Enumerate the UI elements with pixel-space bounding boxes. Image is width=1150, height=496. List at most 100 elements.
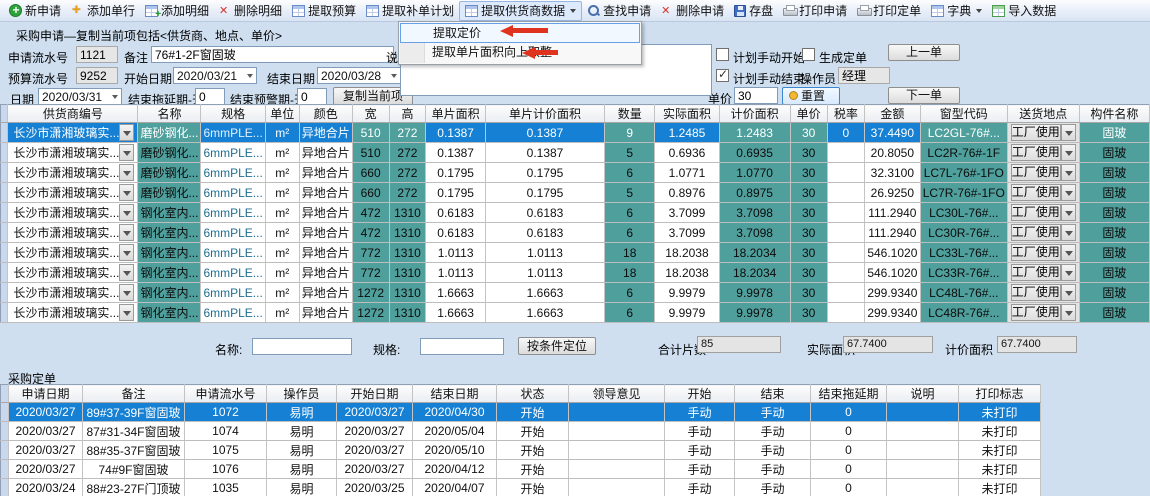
cell[interactable]: 0: [811, 422, 887, 441]
row-selector[interactable]: [1, 203, 8, 223]
cell[interactable]: 手动: [665, 460, 735, 479]
cell[interactable]: 6mmPLE...: [201, 163, 265, 183]
delivery-dropdown-icon[interactable]: [1061, 204, 1076, 221]
cell[interactable]: 长沙市潇湘玻璃实...: [8, 203, 138, 223]
cell[interactable]: 1310: [389, 263, 426, 283]
row-selector[interactable]: [1, 460, 9, 479]
column-header[interactable]: 单位: [265, 105, 299, 123]
cell[interactable]: 0: [827, 123, 864, 143]
table-row[interactable]: 长沙市潇湘玻璃实...磨砂钢化...6mmPLE...m²异地合片6602720…: [1, 163, 1150, 183]
cell[interactable]: 易明: [267, 403, 337, 422]
cell[interactable]: 1072: [185, 403, 267, 422]
end-date-combo[interactable]: 2020/03/28: [317, 67, 401, 84]
cell[interactable]: 2020/04/07: [413, 479, 497, 496]
cell[interactable]: 0: [811, 441, 887, 460]
cell[interactable]: 工厂使用: [1007, 223, 1079, 243]
supplier-dropdown-icon[interactable]: [119, 224, 134, 241]
toolbar-print-request[interactable]: 打印申请: [778, 1, 852, 21]
table-row[interactable]: 2020/03/2787#31-34F窗固玻1074易明2020/03/2720…: [1, 422, 1041, 441]
cell[interactable]: [827, 283, 864, 303]
cell[interactable]: [569, 479, 665, 496]
cell[interactable]: m²: [265, 303, 299, 323]
cell[interactable]: 长沙市潇湘玻璃实...: [8, 303, 138, 323]
column-header[interactable]: 操作员: [267, 385, 337, 403]
cell[interactable]: 手动: [735, 460, 811, 479]
cell[interactable]: 2020/05/04: [413, 422, 497, 441]
cell[interactable]: [569, 422, 665, 441]
cell[interactable]: 异地合片: [299, 163, 352, 183]
delivery-dropdown-icon[interactable]: [1061, 164, 1076, 181]
cell[interactable]: 3.7098: [719, 223, 790, 243]
cell[interactable]: [887, 460, 959, 479]
cell[interactable]: [827, 183, 864, 203]
cell[interactable]: 手动: [665, 403, 735, 422]
cell[interactable]: [827, 303, 864, 323]
cell[interactable]: 18.2034: [719, 263, 790, 283]
cell[interactable]: 开始: [497, 422, 569, 441]
cell[interactable]: 111.2940: [864, 203, 920, 223]
cell[interactable]: 472: [352, 203, 389, 223]
cell[interactable]: [887, 422, 959, 441]
cell[interactable]: 工厂使用: [1007, 203, 1079, 223]
cell[interactable]: 26.9250: [864, 183, 920, 203]
row-selector[interactable]: [1, 143, 8, 163]
column-header[interactable]: 送货地点: [1007, 105, 1079, 123]
toolbar-print-order[interactable]: 打印定单: [852, 1, 926, 21]
cell[interactable]: 固玻: [1079, 203, 1149, 223]
cell[interactable]: 87#31-34F窗固玻: [83, 422, 185, 441]
cell[interactable]: 易明: [267, 460, 337, 479]
column-header[interactable]: 开始日期: [337, 385, 413, 403]
supplier-dropdown-icon[interactable]: [119, 144, 134, 161]
cell[interactable]: 30: [790, 183, 827, 203]
cell[interactable]: 30: [790, 223, 827, 243]
row-selector[interactable]: [1, 422, 9, 441]
column-header[interactable]: 开始: [665, 385, 735, 403]
operator-input[interactable]: [838, 67, 890, 84]
cell[interactable]: 长沙市潇湘玻璃实...: [8, 123, 138, 143]
toolbar-delete-detail[interactable]: 删除明细: [214, 1, 287, 21]
cell[interactable]: 6mmPLE...: [201, 243, 265, 263]
cell[interactable]: 1.6663: [426, 283, 486, 303]
row-selector[interactable]: [1, 403, 9, 422]
cell[interactable]: 510: [352, 123, 389, 143]
cell[interactable]: 1074: [185, 422, 267, 441]
supplier-dropdown-icon[interactable]: [119, 264, 134, 281]
cell[interactable]: [827, 263, 864, 283]
table-row[interactable]: 长沙市潇湘玻璃实...钢化室内...6mmPLE...m²异地合片7721310…: [1, 243, 1150, 263]
cell[interactable]: 异地合片: [299, 143, 352, 163]
cell[interactable]: LC30L-76#...: [920, 203, 1007, 223]
cell[interactable]: 9.9978: [719, 283, 790, 303]
delay-input[interactable]: [195, 88, 225, 105]
delivery-dropdown-icon[interactable]: [1061, 184, 1076, 201]
cell[interactable]: 2020/03/25: [337, 479, 413, 496]
row-selector[interactable]: [1, 243, 8, 263]
column-header[interactable]: 实际面积: [655, 105, 719, 123]
cell[interactable]: 手动: [735, 441, 811, 460]
column-header[interactable]: 结束日期: [413, 385, 497, 403]
row-selector[interactable]: [1, 283, 8, 303]
cell[interactable]: LC2R-76#-1F: [920, 143, 1007, 163]
cell[interactable]: 6mmPLE...: [201, 203, 265, 223]
cell[interactable]: 磨砂钢化...: [138, 143, 201, 163]
cell[interactable]: [827, 143, 864, 163]
cell[interactable]: 未打印: [959, 479, 1041, 496]
cell[interactable]: 长沙市潇湘玻璃实...: [8, 143, 138, 163]
cell[interactable]: m²: [265, 163, 299, 183]
cell[interactable]: 未打印: [959, 441, 1041, 460]
cell[interactable]: 2020/03/27: [337, 460, 413, 479]
cell[interactable]: 未打印: [959, 403, 1041, 422]
cell[interactable]: 工厂使用: [1007, 283, 1079, 303]
manual-start-checkbox[interactable]: [716, 48, 729, 61]
cell[interactable]: 1075: [185, 441, 267, 460]
cell[interactable]: 开始: [497, 479, 569, 496]
cell[interactable]: 0.1795: [485, 163, 604, 183]
column-header[interactable]: 领导意见: [569, 385, 665, 403]
toolbar-extract-supplement-plan[interactable]: 提取补单计划: [361, 1, 459, 21]
cell[interactable]: 长沙市潇湘玻璃实...: [8, 163, 138, 183]
cell[interactable]: 74#9F窗固玻: [83, 460, 185, 479]
cell[interactable]: 111.2940: [864, 223, 920, 243]
column-header[interactable]: 单片面积: [426, 105, 486, 123]
cell[interactable]: 0: [811, 403, 887, 422]
cell[interactable]: m²: [265, 223, 299, 243]
locate-button[interactable]: 按条件定位: [518, 337, 596, 355]
